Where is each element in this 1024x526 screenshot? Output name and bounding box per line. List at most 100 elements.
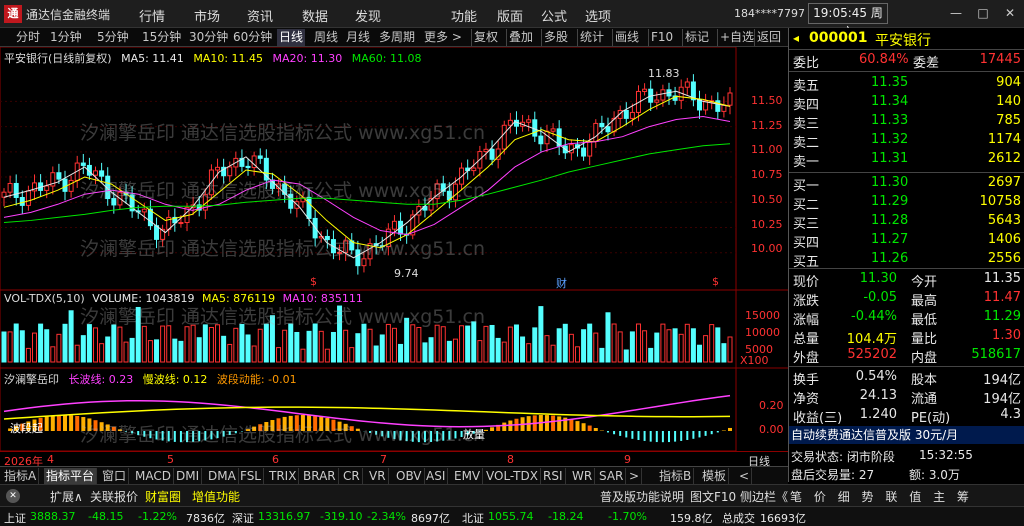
tab-obv[interactable]: OBV xyxy=(394,468,425,484)
rp-btn-bi[interactable]: 笔 xyxy=(790,490,802,504)
rp-btn-jia[interactable]: 价 xyxy=(814,490,826,504)
tb-huaxian[interactable]: 画线 xyxy=(612,29,641,46)
tb-daily[interactable]: 日线 xyxy=(277,29,306,46)
slow-wave-line xyxy=(3,406,731,420)
tb-back[interactable]: 返回 xyxy=(754,29,783,46)
tab-fsl[interactable]: FSL xyxy=(238,468,264,484)
ask-row[interactable]: 卖二 11.32 1174 xyxy=(789,131,1024,151)
value-added-tab[interactable]: 增值功能 xyxy=(192,488,240,505)
tb-60min[interactable]: 60分钟 xyxy=(231,29,274,46)
bj-index-label[interactable]: 北证 xyxy=(462,510,484,526)
menu-hangqing[interactable]: 行情 xyxy=(139,6,165,25)
kline-chart[interactable] xyxy=(0,46,788,452)
rp-btn-chou[interactable]: 筹 xyxy=(957,490,969,504)
volume-bar xyxy=(288,323,294,363)
tab-emv[interactable]: EMV xyxy=(452,468,484,484)
tb-add-favorite[interactable]: +自选 xyxy=(717,29,756,46)
rp-btn-lian[interactable]: 联 xyxy=(885,490,897,504)
tb-5min[interactable]: 5分钟 xyxy=(95,29,131,46)
sz-index-label[interactable]: 深证 xyxy=(232,510,254,526)
tab-window[interactable]: 窗口 xyxy=(100,468,130,484)
tb-fenshi[interactable]: 分时 xyxy=(14,29,42,46)
menu-faxian[interactable]: 发现 xyxy=(355,6,381,25)
tab-dma[interactable]: DMA xyxy=(206,468,239,484)
tb-30min[interactable]: 30分钟 xyxy=(187,29,230,46)
ask-row[interactable]: 卖三 11.33 785 xyxy=(789,112,1024,132)
tab-indicator-platform[interactable]: 指标平台 xyxy=(44,468,98,484)
tab-asi[interactable]: ASI xyxy=(424,468,449,484)
wealth-circle-tab[interactable]: 财富圈 xyxy=(145,488,181,505)
menu-zixun[interactable]: 资讯 xyxy=(247,6,273,25)
tb-biaoji[interactable]: 标记 xyxy=(682,29,711,46)
menu-banmian[interactable]: 版面 xyxy=(497,6,523,25)
dividend-marker[interactable]: $ xyxy=(310,275,317,288)
tab-brar[interactable]: BRAR xyxy=(301,468,339,484)
tb-more[interactable]: 更多 > xyxy=(422,29,464,46)
date-month: 7 xyxy=(380,453,387,466)
sidebar-toggle[interactable]: 侧边栏《 xyxy=(740,488,788,505)
volume-bar xyxy=(62,323,68,363)
menu-gongshi[interactable]: 公式 xyxy=(541,6,567,25)
bid-row[interactable]: 买五 11.26 2556 xyxy=(789,250,1024,270)
dividend-marker-2[interactable]: $ xyxy=(712,275,719,288)
rp-btn-xi[interactable]: 细 xyxy=(838,490,850,504)
collapse-icon[interactable]: ◂ xyxy=(793,31,799,45)
user-account[interactable]: 184****7797 xyxy=(734,7,805,20)
chart-area[interactable]: 平安银行(日线前复权) MA5: 11.41 MA10: 11.45 MA20:… xyxy=(0,46,788,452)
tb-1min[interactable]: 1分钟 xyxy=(48,29,84,46)
tb-duogu[interactable]: 多股 xyxy=(541,29,570,46)
close-circle-icon[interactable]: ✕ xyxy=(6,489,20,503)
tb-fuquan[interactable]: 复权 xyxy=(471,29,500,46)
tab-dmi[interactable]: DMI xyxy=(174,468,203,484)
tab-sar[interactable]: SAR xyxy=(597,468,627,484)
menu-shuju[interactable]: 数据 xyxy=(302,6,328,25)
tab-wr[interactable]: WR xyxy=(570,468,596,484)
sh-index-label[interactable]: 上证 xyxy=(4,510,26,526)
close-icon[interactable]: ✕ xyxy=(1002,5,1018,21)
volume-bar xyxy=(434,324,440,363)
ask-row[interactable]: 卖五 11.35 904 xyxy=(789,74,1024,94)
rp-btn-zhi[interactable]: 值 xyxy=(909,490,921,504)
related-quote-tab[interactable]: 关联报价 xyxy=(90,488,138,505)
tb-weekly[interactable]: 周线 xyxy=(312,29,340,46)
tab-rsi[interactable]: RSI xyxy=(541,468,566,484)
bid-row[interactable]: 买四 11.27 1406 xyxy=(789,231,1024,251)
rp-btn-zhu[interactable]: 主 xyxy=(933,490,945,504)
tab-macd[interactable]: MACD xyxy=(133,468,174,484)
finance-label: 换手 xyxy=(793,373,820,388)
rp-btn-shi[interactable]: 势 xyxy=(862,490,874,504)
volume-bar xyxy=(269,315,275,363)
tb-diejia[interactable]: 叠加 xyxy=(506,29,535,46)
tab-indicator-a[interactable]: 指标A xyxy=(2,468,40,484)
bid-row[interactable]: 买一 11.30 2697 xyxy=(789,174,1024,194)
tb-tongji[interactable]: 统计 xyxy=(577,29,606,46)
basic-help-link[interactable]: 普及版功能说明 xyxy=(600,488,684,505)
tb-monthly[interactable]: 月线 xyxy=(344,29,372,46)
ask-row[interactable]: 卖四 11.34 140 xyxy=(789,93,1024,113)
tab-indicator-b[interactable]: 指标B xyxy=(657,468,695,484)
expand-button[interactable]: 扩展∧ xyxy=(50,488,83,505)
tb-multiperiod[interactable]: 多周期 xyxy=(377,29,417,46)
f10-link[interactable]: 图文F10 xyxy=(690,488,736,505)
menu-xuanxiang[interactable]: 选项 xyxy=(585,6,611,25)
tab-trix[interactable]: TRIX xyxy=(267,468,300,484)
tb-f10[interactable]: F10 xyxy=(648,29,675,46)
ask-row[interactable]: 卖一 11.31 2612 xyxy=(789,150,1024,170)
tab-vr[interactable]: VR xyxy=(367,468,389,484)
date-month: 5 xyxy=(167,453,174,466)
momentum-bar xyxy=(93,420,98,431)
tb-15min[interactable]: 15分钟 xyxy=(140,29,183,46)
tab-vol-tdx[interactable]: VOL-TDX xyxy=(484,468,541,484)
bid-row[interactable]: 买三 11.28 5643 xyxy=(789,212,1024,232)
tab-scroll-right[interactable]: > xyxy=(627,468,643,484)
menu-gongneng[interactable]: 功能 xyxy=(451,6,477,25)
tab-scroll-left[interactable]: < xyxy=(737,468,753,484)
minimize-icon[interactable]: — xyxy=(948,5,964,21)
bid-row[interactable]: 买二 11.29 10758 xyxy=(789,193,1024,213)
tab-cr[interactable]: CR xyxy=(341,468,363,484)
promo-banner[interactable]: 自动续费通达信普及版 30元/月 xyxy=(789,426,1024,444)
menu-shichang[interactable]: 市场 xyxy=(194,6,220,25)
maximize-icon[interactable]: □ xyxy=(975,5,991,21)
financial-report-marker[interactable]: 财 xyxy=(556,275,567,291)
tab-template[interactable]: 模板 xyxy=(700,468,730,484)
